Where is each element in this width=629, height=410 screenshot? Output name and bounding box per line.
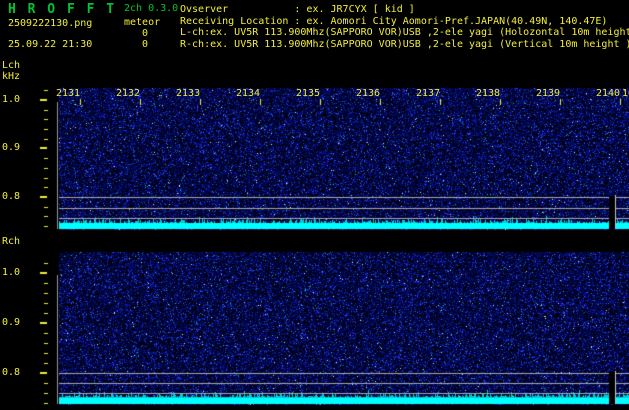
time-tick-label-2137: 2137 bbox=[416, 88, 441, 99]
observer-info-line: Ovserver : ex. JR7CYX [ kid ] bbox=[180, 4, 415, 15]
meteor-count-lower: 0 bbox=[142, 39, 149, 50]
lch-freq-tick-label-1_0: 1.0 bbox=[2, 94, 21, 105]
rch-freq-tick-label-0_8: 0.8 bbox=[2, 367, 21, 378]
time-tick-label-2138: 2138 bbox=[476, 88, 501, 99]
version-label: 2ch 0.3.0 bbox=[124, 3, 179, 14]
receiving-location-line: Receiving Location : ex. Aomori City Aom… bbox=[180, 16, 608, 27]
output-filename: 2509222130.png bbox=[8, 18, 93, 29]
time-tick-label-2133: 2133 bbox=[176, 88, 201, 99]
time-tick-label-2139: 2139 bbox=[536, 88, 561, 99]
time-tick-label-2140: 2140 bbox=[596, 88, 621, 99]
lch-receiver-line: L-ch:ex. UV5R 113.900Mhz(SAPPORO VOR)USB… bbox=[180, 27, 629, 38]
spectrogram-canvas bbox=[0, 0, 629, 410]
rch-channel-label: Rch bbox=[2, 236, 21, 247]
lch-freq-tick-label-0_9: 0.9 bbox=[2, 142, 21, 153]
time-tick-label-2134: 2134 bbox=[236, 88, 261, 99]
time-tick-label-clipped: 10 bbox=[622, 88, 629, 99]
rch-freq-tick-label-0_9: 0.9 bbox=[2, 317, 21, 328]
time-tick-label-2132: 2132 bbox=[116, 88, 141, 99]
lch-channel-label: Lch bbox=[2, 60, 21, 71]
meteor-counter-label: meteor bbox=[124, 17, 161, 28]
meteor-count-upper: 0 bbox=[142, 28, 149, 39]
rch-freq-tick-label-1_0: 1.0 bbox=[2, 267, 21, 278]
time-tick-label-2135: 2135 bbox=[296, 88, 321, 99]
observation-datetime: 25.09.22 21:30 bbox=[8, 39, 93, 50]
lch-unit-label: kHz bbox=[2, 71, 21, 82]
lch-freq-tick-label-0_8: 0.8 bbox=[2, 191, 21, 202]
time-tick-label-2136: 2136 bbox=[356, 88, 381, 99]
rch-receiver-line: R-ch:ex. UV5R 113.900Mhz(SAPPORO VOR)USB… bbox=[180, 39, 629, 50]
app-title: H R O F F T bbox=[8, 2, 117, 17]
time-tick-label-2131: 2131 bbox=[56, 88, 81, 99]
hrofft-output-image: H R O F F T 2ch 0.3.0 2509222130.png met… bbox=[0, 0, 629, 410]
